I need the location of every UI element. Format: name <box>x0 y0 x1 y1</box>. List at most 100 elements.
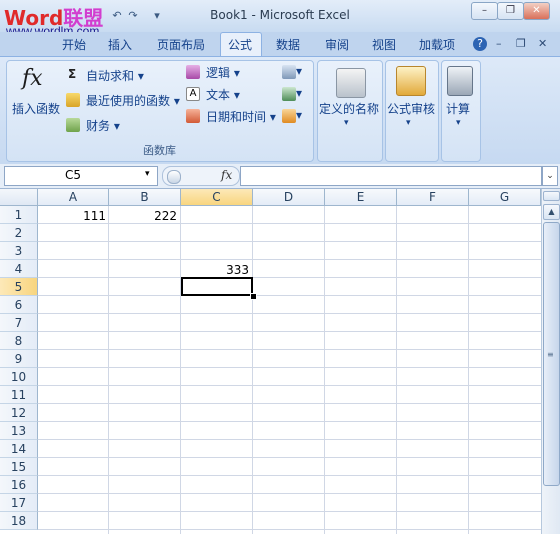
tab-review[interactable]: 审阅 <box>325 36 349 53</box>
defined-names-dropdown-icon[interactable]: ▾ <box>344 118 349 128</box>
row-header-14[interactable]: 14 <box>0 440 38 458</box>
cell-B1[interactable]: 222 <box>109 207 177 225</box>
text-functions-button[interactable]: 文本 ▾ <box>206 86 240 103</box>
tab-data[interactable]: 数据 <box>276 36 300 53</box>
row-header-13[interactable]: 13 <box>0 422 38 440</box>
sigma-icon: Σ <box>68 67 77 81</box>
redo-icon[interactable]: ↷ <box>124 7 142 25</box>
column-gridline <box>252 206 253 534</box>
formula-auditing-icon <box>396 66 426 96</box>
scroll-up-button[interactable]: ▲ <box>543 204 560 220</box>
tab-formulas[interactable]: 公式 <box>228 36 252 53</box>
row-header-15[interactable]: 15 <box>0 458 38 476</box>
row-gridline <box>38 349 541 350</box>
column-gridline <box>396 206 397 534</box>
row-header-16[interactable]: 16 <box>0 476 38 494</box>
active-cell-C5[interactable] <box>181 277 253 296</box>
tab-addins[interactable]: 加载项 <box>419 36 455 53</box>
defined-names-button[interactable]: 定义的名称 <box>319 100 379 117</box>
close-button[interactable]: ✕ <box>523 2 550 20</box>
function-library-label: 函数库 <box>143 144 176 157</box>
column-header-F[interactable]: F <box>397 189 469 206</box>
formula-auditing-button[interactable]: 公式审核 <box>387 100 435 117</box>
formula-auditing-dropdown-icon[interactable]: ▾ <box>406 118 411 128</box>
row-gridline <box>38 331 541 332</box>
row-header-8[interactable]: 8 <box>0 332 38 350</box>
ribbon-restore-icon[interactable]: ❐ <box>516 37 526 50</box>
recent-functions-icon <box>66 92 80 107</box>
row-gridline <box>38 475 541 476</box>
ribbon-minimize-icon[interactable]: – <box>496 37 502 50</box>
row-header-6[interactable]: 6 <box>0 296 38 314</box>
column-header-A[interactable]: A <box>38 189 109 206</box>
column-header-B[interactable]: B <box>109 189 181 206</box>
row-gridline <box>38 403 541 404</box>
row-gridline <box>38 511 541 512</box>
cell-A1[interactable]: 111 <box>38 207 106 225</box>
row-header-7[interactable]: 7 <box>0 314 38 332</box>
minimize-button[interactable]: – <box>471 2 498 20</box>
autosum-button[interactable]: 自动求和 ▾ <box>86 67 144 84</box>
row-gridline <box>38 493 541 494</box>
financial-button[interactable]: 财务 ▾ <box>86 117 120 134</box>
row-gridline <box>38 367 541 368</box>
row-header-11[interactable]: 11 <box>0 386 38 404</box>
fx-button-area: fx <box>162 166 240 186</box>
row-gridline <box>38 277 541 278</box>
row-header-17[interactable]: 17 <box>0 494 38 512</box>
datetime-button[interactable]: 日期和时间 ▾ <box>206 108 276 125</box>
row-header-2[interactable]: 2 <box>0 224 38 242</box>
column-header-D[interactable]: D <box>253 189 325 206</box>
row-header-4[interactable]: 4 <box>0 260 38 278</box>
row-gridline <box>38 241 541 242</box>
name-box[interactable]: C5 ▾ <box>4 166 158 186</box>
datetime-icon <box>186 108 200 123</box>
tab-page-layout[interactable]: 页面布局 <box>157 36 205 53</box>
row-gridline <box>38 421 541 422</box>
calculation-button[interactable]: 计算 <box>446 100 470 117</box>
help-icon[interactable]: ? <box>473 37 487 51</box>
recent-functions-button[interactable]: 最近使用的函数 ▾ <box>86 92 180 109</box>
tab-home[interactable]: 开始 <box>62 36 86 53</box>
row-gridline <box>38 295 541 296</box>
financial-icon <box>66 117 80 132</box>
row-header-10[interactable]: 10 <box>0 368 38 386</box>
row-gridline <box>38 529 541 530</box>
row-header-5[interactable]: 5 <box>0 278 38 296</box>
ribbon-close-icon[interactable]: ✕ <box>538 37 547 50</box>
row-header-1[interactable]: 1 <box>0 206 38 224</box>
row-header-18[interactable]: 18 <box>0 512 38 530</box>
calculation-dropdown-icon[interactable]: ▾ <box>456 118 461 128</box>
math-trig-button[interactable]: ▾ <box>282 86 302 101</box>
column-gridline <box>108 206 109 534</box>
column-header-C[interactable]: C <box>181 189 253 206</box>
name-box-dropdown-icon[interactable]: ▾ <box>145 169 150 179</box>
tab-view[interactable]: 视图 <box>372 36 396 53</box>
logical-button[interactable]: 逻辑 ▾ <box>206 64 240 81</box>
row-header-3[interactable]: 3 <box>0 242 38 260</box>
column-header-G[interactable]: G <box>469 189 541 206</box>
row-header-12[interactable]: 12 <box>0 404 38 422</box>
name-box-value: C5 <box>65 168 82 182</box>
more-functions-button[interactable]: ▾ <box>282 108 302 123</box>
customize-qat-icon[interactable]: ▾ <box>148 7 166 25</box>
row-gridline <box>38 457 541 458</box>
insert-function-fx-icon[interactable]: fx <box>221 168 232 182</box>
column-gridline <box>324 206 325 534</box>
column-header-E[interactable]: E <box>325 189 397 206</box>
lookup-reference-button[interactable]: ▾ <box>282 64 302 79</box>
insert-function-icon[interactable]: fx <box>22 66 43 91</box>
restore-button[interactable]: ❐ <box>497 2 524 20</box>
row-header-9[interactable]: 9 <box>0 350 38 368</box>
tab-insert[interactable]: 插入 <box>108 36 132 53</box>
formula-input[interactable] <box>240 166 542 186</box>
expand-circle-icon[interactable] <box>167 170 181 184</box>
calculator-icon <box>447 66 473 96</box>
insert-function-button[interactable]: 插入函数 <box>12 100 60 117</box>
row-gridline <box>38 259 541 260</box>
split-handle[interactable] <box>543 191 560 201</box>
column-gridline <box>180 206 181 534</box>
fill-handle[interactable] <box>250 293 257 300</box>
formula-bar-expand-icon[interactable]: ⌄ <box>542 166 558 186</box>
select-all-corner[interactable] <box>0 189 38 206</box>
